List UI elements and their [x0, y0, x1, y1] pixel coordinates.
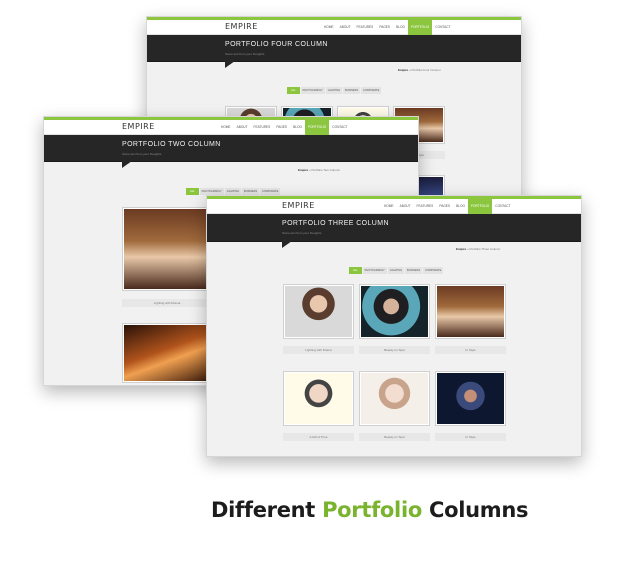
portfolio-caption: Lighting with Drama	[283, 346, 354, 354]
nav-blog[interactable]: BLOG	[290, 120, 305, 135]
filter-all[interactable]: ALL	[349, 267, 362, 274]
portfolio-caption: Lighting with Drama	[122, 299, 212, 307]
nav-about[interactable]: ABOUT	[337, 20, 354, 35]
hero-notch	[282, 241, 292, 248]
nav-pages[interactable]: PAGES	[273, 120, 290, 135]
main-nav: HOME ABOUT FEATURES PAGES BLOG PORTFOLIO…	[321, 20, 453, 35]
portfolio-filters: ALL PHOTOGRAPHY LIGHTING BUSINESS CORPOR…	[186, 188, 281, 195]
filter-corporate[interactable]: CORPORATE	[423, 267, 444, 274]
page-subtitle: Some text from your thoughts	[282, 231, 322, 235]
portfolio-filters: ALL PHOTOGRAPHY LIGHTING BUSINESS CORPOR…	[287, 87, 382, 94]
nav-portfolio[interactable]: PORTFOLIO	[467, 199, 493, 214]
nav-features[interactable]: FEATURES	[414, 199, 437, 214]
page-hero: PORTFOLIO TWO COLUMN Some text from your…	[44, 135, 418, 168]
header: EMPIRE HOME ABOUT FEATURES PAGES BLOG PO…	[207, 199, 581, 214]
nav-portfolio[interactable]: PORTFOLIO	[407, 20, 433, 35]
portfolio-thumb[interactable]	[283, 284, 354, 339]
filter-corporate[interactable]: CORPORATE	[361, 87, 382, 94]
portfolio-thumb[interactable]	[122, 207, 212, 291]
breadcrumb-home[interactable]: Empire	[456, 247, 466, 251]
page-subtitle: Some text from your thoughts	[225, 52, 265, 56]
main-nav: HOME ABOUT FEATURES PAGES BLOG PORTFOLIO…	[381, 199, 513, 214]
portfolio-filters: ALL PHOTOGRAPHY LIGHTING BUSINESS CORPOR…	[349, 267, 444, 274]
header: EMPIRE HOME ABOUT FEATURES PAGES BLOG PO…	[44, 120, 418, 135]
portfolio-image	[361, 373, 428, 424]
nav-portfolio[interactable]: PORTFOLIO	[304, 120, 330, 135]
filter-corporate[interactable]: CORPORATE	[260, 188, 281, 195]
page-title: PORTFOLIO FOUR COLUMN	[225, 41, 328, 48]
portfolio-thumb[interactable]	[435, 284, 506, 339]
screenshot-three-column: EMPIRE HOME ABOUT FEATURES PAGES BLOG PO…	[206, 195, 582, 457]
breadcrumb-current: Portfolio Three Column	[469, 247, 501, 251]
page-title: PORTFOLIO TWO COLUMN	[122, 141, 221, 148]
hero-notch	[225, 61, 235, 68]
filter-business[interactable]: BUSINESS	[405, 267, 423, 274]
portfolio-image	[124, 209, 210, 289]
portfolio-image	[285, 373, 352, 424]
nav-home[interactable]: HOME	[321, 20, 337, 35]
nav-features[interactable]: FEATURES	[251, 120, 274, 135]
headline-before: Different	[211, 498, 316, 522]
nav-pages[interactable]: PAGES	[376, 20, 393, 35]
portfolio-caption: A Gift of Time	[283, 433, 354, 441]
nav-contact[interactable]: CONTACT	[432, 20, 453, 35]
portfolio-caption: In Style	[435, 346, 506, 354]
filter-lighting[interactable]: LIGHTING	[224, 188, 242, 195]
page-hero: PORTFOLIO THREE COLUMN Some text from yo…	[207, 214, 581, 248]
portfolio-image	[437, 286, 504, 337]
filter-photography[interactable]: PHOTOGRAPHY	[300, 87, 325, 94]
portfolio-caption: In Style	[435, 433, 506, 441]
nav-about[interactable]: ABOUT	[397, 199, 414, 214]
nav-contact[interactable]: CONTACT	[329, 120, 350, 135]
portfolio-thumb[interactable]	[359, 371, 430, 426]
page-subtitle: Some text from your thoughts	[122, 152, 162, 156]
filter-lighting[interactable]: LIGHTING	[325, 87, 343, 94]
logo[interactable]: EMPIRE	[225, 22, 258, 32]
nav-blog[interactable]: BLOG	[393, 20, 408, 35]
filter-photography[interactable]: PHOTOGRAPHY	[199, 188, 224, 195]
filter-all[interactable]: ALL	[186, 188, 199, 195]
breadcrumb: Empire » Portfolio Two Column	[298, 168, 340, 172]
portfolio-thumb[interactable]	[122, 323, 212, 383]
portfolio-image	[437, 373, 504, 424]
header: EMPIRE HOME ABOUT FEATURES PAGES BLOG PO…	[147, 20, 521, 35]
filter-business[interactable]: BUSINESS	[343, 87, 361, 94]
portfolio-image	[361, 286, 428, 337]
filter-lighting[interactable]: LIGHTING	[387, 267, 405, 274]
breadcrumb: Empire » Portfolio Three Column	[456, 247, 500, 251]
page-hero: PORTFOLIO FOUR COLUMN Some text from you…	[147, 35, 521, 68]
nav-features[interactable]: FEATURES	[354, 20, 377, 35]
portfolio-thumb[interactable]	[283, 371, 354, 426]
nav-blog[interactable]: BLOG	[453, 199, 468, 214]
filter-business[interactable]: BUSINESS	[242, 188, 260, 195]
filter-photography[interactable]: PHOTOGRAPHY	[362, 267, 387, 274]
nav-contact[interactable]: CONTACT	[492, 199, 513, 214]
portfolio-thumb[interactable]	[435, 371, 506, 426]
page-title: PORTFOLIO THREE COLUMN	[282, 220, 389, 227]
main-nav: HOME ABOUT FEATURES PAGES BLOG PORTFOLIO…	[218, 120, 350, 135]
nav-home[interactable]: HOME	[381, 199, 397, 214]
portfolio-image	[285, 286, 352, 337]
logo[interactable]: EMPIRE	[122, 122, 155, 132]
breadcrumb-home[interactable]: Empire	[398, 68, 408, 72]
portfolio-caption: Beauty on Spot	[359, 346, 430, 354]
headline-after: Columns	[428, 498, 529, 522]
nav-pages[interactable]: PAGES	[436, 199, 453, 214]
portfolio-image	[124, 325, 210, 381]
filter-all[interactable]: ALL	[287, 87, 300, 94]
headline: Different Portfolio Columns	[211, 498, 529, 522]
breadcrumb-current: Portfolio Two Column	[311, 168, 340, 172]
breadcrumb-home[interactable]: Empire	[298, 168, 308, 172]
breadcrumb: Empire » Portfolio Four Column	[398, 68, 441, 72]
logo[interactable]: EMPIRE	[282, 201, 315, 211]
portfolio-caption: Beauty on Spot	[359, 433, 430, 441]
nav-home[interactable]: HOME	[218, 120, 234, 135]
breadcrumb-current: Portfolio Four Column	[411, 68, 441, 72]
portfolio-thumb[interactable]	[359, 284, 430, 339]
nav-about[interactable]: ABOUT	[234, 120, 251, 135]
headline-accent: Portfolio	[322, 498, 422, 522]
hero-notch	[122, 161, 132, 168]
